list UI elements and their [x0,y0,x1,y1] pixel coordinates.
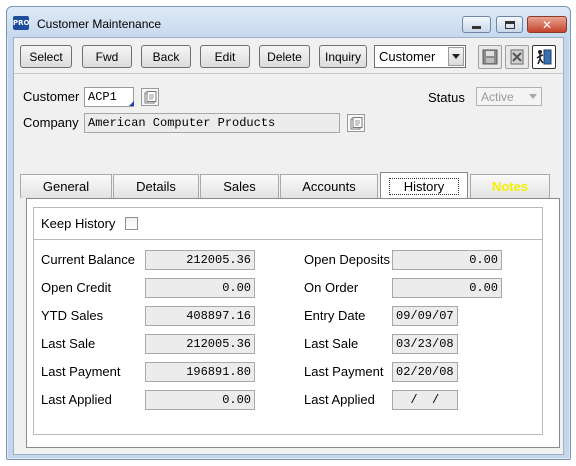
lookup-icon [350,116,362,129]
history-panel: Keep History Current Balance 212005.36 O… [26,198,560,448]
entry-date-label: Entry Date [304,308,366,323]
close-button[interactable]: ✕ [527,16,567,33]
on-order-value: 0.00 [392,278,502,298]
tab-details[interactable]: Details [113,174,199,198]
last-payment-date-value: 02/20/08 [392,362,458,382]
open-credit-label: Open Credit [41,280,112,295]
customer-maintenance-window: PRO Customer Maintenance ✕ Select Fwd Ba… [6,6,571,460]
tab-notes[interactable]: Notes [470,174,550,198]
company-label: Company [23,115,79,130]
last-payment-date-label: Last Payment [304,364,384,379]
chevron-down-icon [525,89,540,104]
maximize-icon [504,20,515,29]
status-label: Status [428,90,465,105]
last-sale-date-label: Last Sale [304,336,359,351]
tab-accounts-label: Accounts [302,179,356,194]
company-field: American Computer Products [84,113,340,133]
last-sale-amount-label: Last Sale [41,336,96,351]
last-applied-amount-value: 0.00 [145,390,255,410]
on-order-label: On Order [304,280,359,295]
select-button[interactable]: Select [20,45,72,68]
close-icon: ✕ [541,17,553,32]
last-applied-amount-label: Last Applied [41,392,112,407]
clear-button[interactable] [505,45,529,69]
fwd-button[interactable]: Fwd [82,45,132,68]
last-sale-amount-value: 212005.36 [145,334,255,354]
entry-date-value: 09/09/07 [392,306,458,326]
tab-notes-label: Notes [491,179,529,194]
open-deposits-value: 0.00 [392,250,502,270]
delete-button[interactable]: Delete [259,45,310,68]
mode-select-value: Customer [379,49,436,64]
field-corner-marker [129,101,134,106]
current-balance-value: 212005.36 [145,250,255,270]
tab-sales-label: Sales [223,179,256,194]
client-area: Select Fwd Back Edit Delete Inquiry Cust… [13,37,564,455]
open-credit-value: 0.00 [145,278,255,298]
last-sale-date-value: 03/23/08 [392,334,458,354]
tab-accounts[interactable]: Accounts [280,174,378,198]
current-balance-label: Current Balance [41,252,135,267]
save-icon [482,49,498,65]
customer-field[interactable]: ACP1 [84,87,134,107]
customer-lookup-button[interactable] [141,88,159,106]
inquiry-button[interactable]: Inquiry [319,45,367,68]
status-select-value: Active [481,89,514,104]
maximize-button[interactable] [496,16,523,33]
tab-details-label: Details [136,179,176,194]
last-applied-date-label: Last Applied [304,392,375,407]
ytd-sales-value: 408897.16 [145,306,255,326]
keep-history-checkbox[interactable] [125,217,138,230]
last-payment-amount-label: Last Payment [41,364,121,379]
company-lookup-button[interactable] [347,114,365,132]
status-select: Active [476,87,542,106]
minimize-icon [472,25,481,29]
tab-general-label: General [42,179,90,194]
title-bar[interactable]: PRO Customer Maintenance ✕ [7,7,570,37]
back-button[interactable]: Back [141,45,191,68]
keep-history-label: Keep History [41,216,116,231]
exit-door-icon [536,49,552,65]
open-deposits-label: Open Deposits [304,252,390,267]
window-title: Customer Maintenance [37,17,162,31]
minimize-button[interactable] [462,16,491,33]
toolbar: Select Fwd Back Edit Delete Inquiry Cust… [14,38,563,74]
exit-button[interactable] [532,45,556,69]
last-payment-amount-value: 196891.80 [145,362,255,382]
tab-general[interactable]: General [20,174,112,198]
history-values-box: Current Balance 212005.36 Open Credit 0.… [33,239,543,435]
tab-history[interactable]: History [380,172,468,199]
chevron-down-icon[interactable] [448,47,464,66]
clear-icon [510,49,524,65]
tab-history-label: History [388,177,460,195]
ytd-sales-label: YTD Sales [41,308,104,323]
mode-select[interactable]: Customer [374,45,466,68]
app-icon: PRO [13,16,29,30]
customer-label: Customer [23,89,80,104]
edit-button[interactable]: Edit [200,45,250,68]
last-applied-date-value: / / [392,390,458,410]
save-button[interactable] [478,45,502,69]
lookup-icon [144,90,156,103]
keep-history-row: Keep History [33,207,543,239]
tab-sales[interactable]: Sales [200,174,279,198]
